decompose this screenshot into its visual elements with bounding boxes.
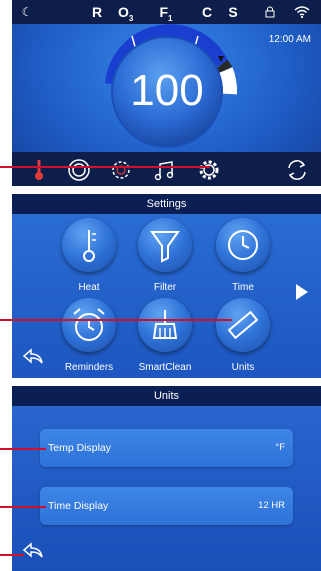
annotation-line-temp-display bbox=[0, 448, 46, 450]
status-r: R bbox=[91, 4, 103, 20]
units-tile[interactable] bbox=[216, 298, 270, 352]
light-icon[interactable] bbox=[108, 157, 134, 183]
bottom-nav-bar bbox=[12, 152, 321, 186]
back-arrow-icon[interactable] bbox=[22, 348, 44, 366]
funnel-icon bbox=[150, 231, 180, 263]
time-label: Time bbox=[232, 282, 254, 293]
music-icon[interactable] bbox=[152, 157, 178, 183]
units-label: Units bbox=[231, 362, 255, 373]
filter-tile[interactable] bbox=[138, 218, 192, 272]
back-arrow-icon[interactable] bbox=[22, 542, 44, 560]
lock-icon bbox=[265, 6, 275, 18]
temp-display-row[interactable]: Temp Display °F bbox=[40, 429, 293, 467]
annotation-line-back bbox=[0, 554, 24, 556]
refresh-icon[interactable] bbox=[284, 157, 310, 183]
status-c: C bbox=[201, 4, 213, 20]
smartclean-tile[interactable] bbox=[138, 298, 192, 352]
time-display-label: Time Display bbox=[48, 500, 109, 512]
annotation-line-units bbox=[0, 319, 232, 321]
status-s: S bbox=[228, 4, 238, 20]
temp-display-value: °F bbox=[275, 442, 285, 453]
clock-icon bbox=[228, 230, 258, 260]
temperature-value: 100 bbox=[130, 66, 204, 115]
filter-label: Filter bbox=[153, 282, 177, 293]
time-display-row[interactable]: Time Display 12 HR bbox=[40, 487, 293, 525]
settings-screen: Settings Heat Filter Time Reminders Smar… bbox=[12, 194, 321, 378]
alarm-clock-icon bbox=[73, 308, 105, 341]
time-display-value: 12 HR bbox=[258, 500, 285, 511]
crescent-moon-icon: ☾ bbox=[21, 5, 33, 19]
broom-icon bbox=[152, 310, 178, 339]
ruler-icon bbox=[227, 310, 259, 340]
reminders-tile[interactable] bbox=[62, 298, 116, 352]
heat-tile[interactable] bbox=[62, 218, 116, 272]
units-screen: Units Temp Display °F Time Display 12 HR bbox=[12, 386, 321, 571]
thermometer-icon bbox=[83, 230, 96, 262]
temp-display-label: Temp Display bbox=[48, 442, 112, 454]
gear-icon[interactable] bbox=[196, 157, 222, 183]
settings-title: Settings bbox=[12, 194, 321, 214]
smartclean-label: SmartClean bbox=[138, 362, 192, 373]
next-page-arrow-icon[interactable] bbox=[296, 284, 308, 300]
status-bar: ☾ R O3 F1 C S bbox=[12, 0, 321, 24]
wifi-icon bbox=[294, 6, 310, 19]
status-f: F1 bbox=[159, 4, 173, 23]
status-o: O3 bbox=[118, 4, 134, 23]
jets-icon[interactable] bbox=[66, 157, 92, 183]
annotation-line-gear bbox=[0, 166, 210, 168]
time-tile[interactable] bbox=[216, 218, 270, 272]
annotation-line-time-display bbox=[0, 506, 46, 508]
thermometer-icon[interactable] bbox=[26, 157, 52, 183]
units-title: Units bbox=[12, 386, 321, 406]
main-screen: ☾ R O3 F1 C S 12:00 AM 100 bbox=[12, 0, 321, 186]
